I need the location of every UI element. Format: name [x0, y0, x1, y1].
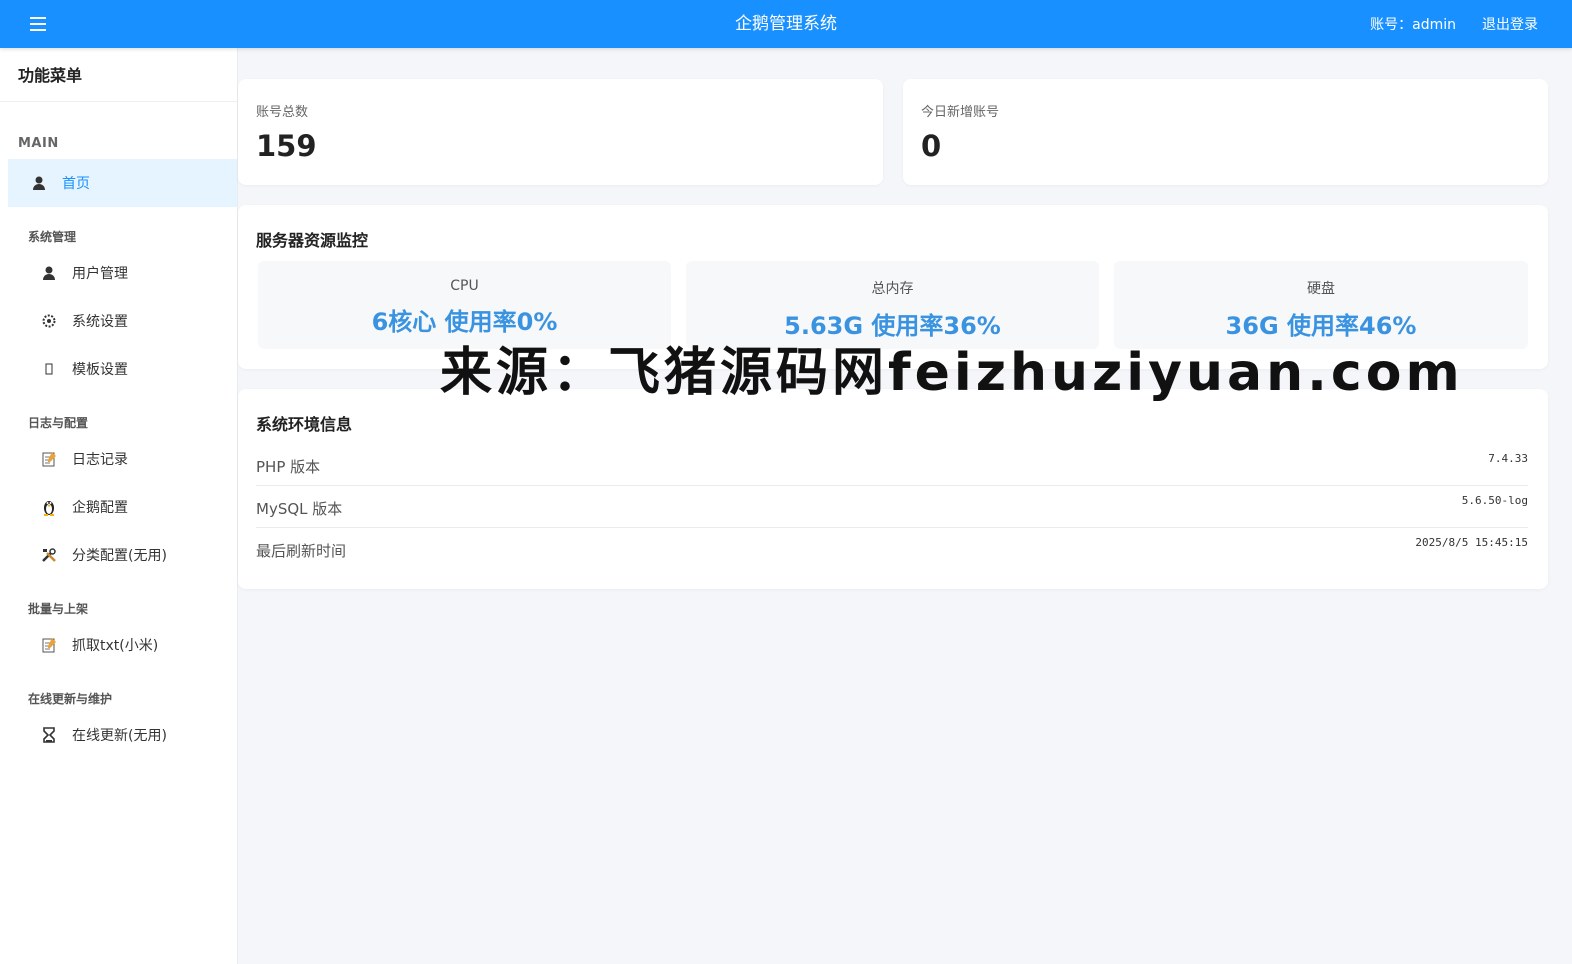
memo-icon	[40, 450, 58, 468]
stat-value: 0	[921, 129, 942, 163]
tools-icon	[40, 546, 58, 564]
sidebar-item-users[interactable]: 用户管理	[0, 249, 237, 297]
penguin-icon	[40, 498, 58, 516]
section-label-system: 系统管理	[28, 230, 77, 244]
env-key: MySQL 版本	[256, 500, 343, 518]
user-icon	[40, 264, 58, 282]
stat-card-total-accounts: 账号总数 159	[238, 79, 883, 185]
memory-label: 总内存	[871, 281, 914, 297]
env-info-card: 系统环境信息 PHP 版本 7.4.33 MySQL 版本 5.6.50-log…	[238, 389, 1548, 589]
stat-card-new-today: 今日新增账号 0	[903, 79, 1548, 185]
cpu-label: CPU	[450, 278, 479, 294]
env-row-mysql: MySQL 版本 5.6.50-log	[256, 486, 1528, 528]
env-info-title: 系统环境信息	[256, 415, 353, 434]
sidebar-item-label: 分类配置(无用)	[72, 548, 167, 564]
env-value: 7.4.33	[1488, 452, 1528, 465]
section-label-update: 在线更新与维护	[28, 692, 113, 706]
sidebar-item-online-update[interactable]: 在线更新(无用)	[0, 711, 237, 759]
stat-label: 今日新增账号	[921, 105, 1000, 120]
template-icon	[40, 360, 58, 378]
logout-link[interactable]: 退出登录	[1482, 14, 1538, 34]
sidebar-item-penguin-config[interactable]: 企鹅配置	[0, 483, 237, 531]
sidebar-item-label: 企鹅配置	[72, 500, 128, 516]
watermark-text: 来源：飞猪源码网feizhuziyuan.com	[440, 343, 1464, 403]
account-label: 账号：admin	[1370, 17, 1456, 33]
env-row-refresh-time: 最后刷新时间 2025/8/5 15:45:15	[256, 528, 1528, 570]
env-value: 5.6.50-log	[1461, 494, 1528, 507]
memo-icon	[40, 636, 58, 654]
env-row-php: PHP 版本 7.4.33	[256, 444, 1528, 486]
sidebar-item-category-config[interactable]: 分类配置(无用)	[0, 531, 237, 579]
env-key: 最后刷新时间	[256, 542, 347, 560]
sidebar-item-fetch-txt[interactable]: 抓取txt(小米)	[0, 621, 237, 669]
stat-label: 账号总数	[256, 105, 309, 120]
gear-icon	[40, 312, 58, 330]
sidebar-item-label: 模板设置	[72, 362, 128, 378]
sidebar-item-label: 日志记录	[72, 452, 128, 468]
disk-label: 硬盘	[1307, 281, 1335, 297]
env-value: 2025/8/5 15:45:15	[1415, 536, 1528, 549]
sidebar: 功能菜单 MAIN 首页 系统管理 用户管理 系统设置 模板设置 日志与配置 日…	[0, 48, 238, 964]
sidebar-title: 功能菜单	[0, 48, 237, 102]
update-icon	[40, 726, 58, 744]
user-icon	[30, 174, 48, 192]
section-label-logs: 日志与配置	[28, 416, 89, 430]
sidebar-item-system-settings[interactable]: 系统设置	[0, 297, 237, 345]
env-key: PHP 版本	[256, 458, 321, 476]
sidebar-item-label: 系统设置	[72, 314, 128, 330]
sidebar-item-home[interactable]: 首页	[8, 159, 237, 207]
sidebar-item-logs[interactable]: 日志记录	[0, 435, 237, 483]
sidebar-item-label: 首页	[62, 176, 90, 192]
app-title: 企鹅管理系统	[735, 14, 837, 34]
sidebar-item-label: 抓取txt(小米)	[72, 638, 159, 654]
top-header: 企鹅管理系统 账号：admin 退出登录	[0, 0, 1572, 48]
stat-value: 159	[256, 129, 317, 163]
header-user-area: 账号：admin 退出登录	[1370, 0, 1538, 48]
section-label-batch: 批量与上架	[28, 602, 89, 616]
sidebar-item-label: 用户管理	[72, 266, 128, 282]
section-main-label: MAIN	[18, 136, 59, 151]
sidebar-item-template-settings[interactable]: 模板设置	[0, 345, 237, 393]
server-monitor-title: 服务器资源监控	[256, 231, 369, 250]
sidebar-item-label: 在线更新(无用)	[72, 728, 167, 744]
